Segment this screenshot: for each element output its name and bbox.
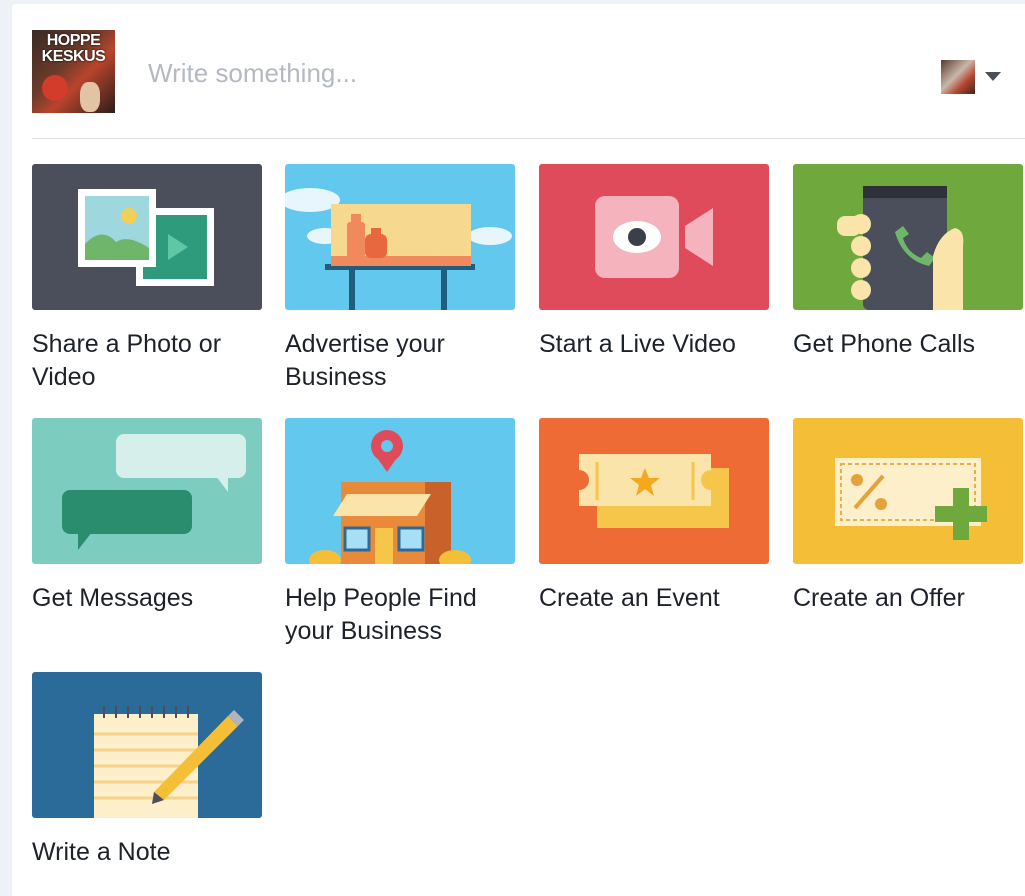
action-write-note[interactable]: Write a Note	[32, 672, 262, 869]
action-label: Create an Event	[539, 584, 720, 612]
action-help-find-business[interactable]: Help People Find your Business	[285, 418, 515, 648]
action-create-offer[interactable]: Create an Offer	[793, 418, 1023, 615]
composer-card: HOPPE KESKUS Write something... Share a …	[12, 4, 1025, 896]
action-label: Help People Find your Business	[285, 584, 477, 645]
action-get-messages[interactable]: Get Messages	[32, 418, 262, 615]
photo-video-icon	[32, 164, 262, 310]
action-label: Write a Note	[32, 838, 171, 866]
page-avatar[interactable]: HOPPE KESKUS	[32, 30, 115, 113]
divider	[32, 138, 1025, 139]
store-location-icon	[285, 418, 515, 564]
action-label: Get Messages	[32, 584, 194, 612]
avatar-decoration	[42, 75, 68, 101]
actions-grid: Share a Photo or Video Advertise your Bu…	[32, 164, 1025, 884]
action-label: Start a Live Video	[539, 330, 736, 358]
post-as-avatar	[941, 60, 975, 94]
composer-input[interactable]	[148, 56, 848, 90]
action-label: Get Phone Calls	[793, 330, 976, 358]
live-video-icon	[539, 164, 769, 310]
billboard-icon	[285, 164, 515, 310]
composer-header: HOPPE KESKUS	[12, 4, 1025, 139]
action-advertise-business[interactable]: Advertise your Business	[285, 164, 515, 394]
action-label: Advertise your Business	[285, 330, 445, 391]
action-label: Share a Photo or Video	[32, 330, 222, 391]
messages-icon	[32, 418, 262, 564]
note-pad-icon	[32, 672, 262, 818]
event-ticket-icon	[539, 418, 769, 564]
action-create-event[interactable]: Create an Event	[539, 418, 769, 615]
action-label: Create an Offer	[793, 584, 965, 612]
action-share-photo-video[interactable]: Share a Photo or Video	[32, 164, 262, 394]
page-logo-text: HOPPE KESKUS	[41, 32, 106, 65]
post-as-selector[interactable]	[941, 60, 1005, 94]
phone-call-icon	[793, 164, 1023, 310]
offer-coupon-icon	[793, 418, 1023, 564]
action-get-phone-calls[interactable]: Get Phone Calls	[793, 164, 1023, 361]
chevron-down-icon	[985, 72, 1001, 81]
action-start-live-video[interactable]: Start a Live Video	[539, 164, 769, 361]
avatar-decoration	[80, 82, 100, 112]
